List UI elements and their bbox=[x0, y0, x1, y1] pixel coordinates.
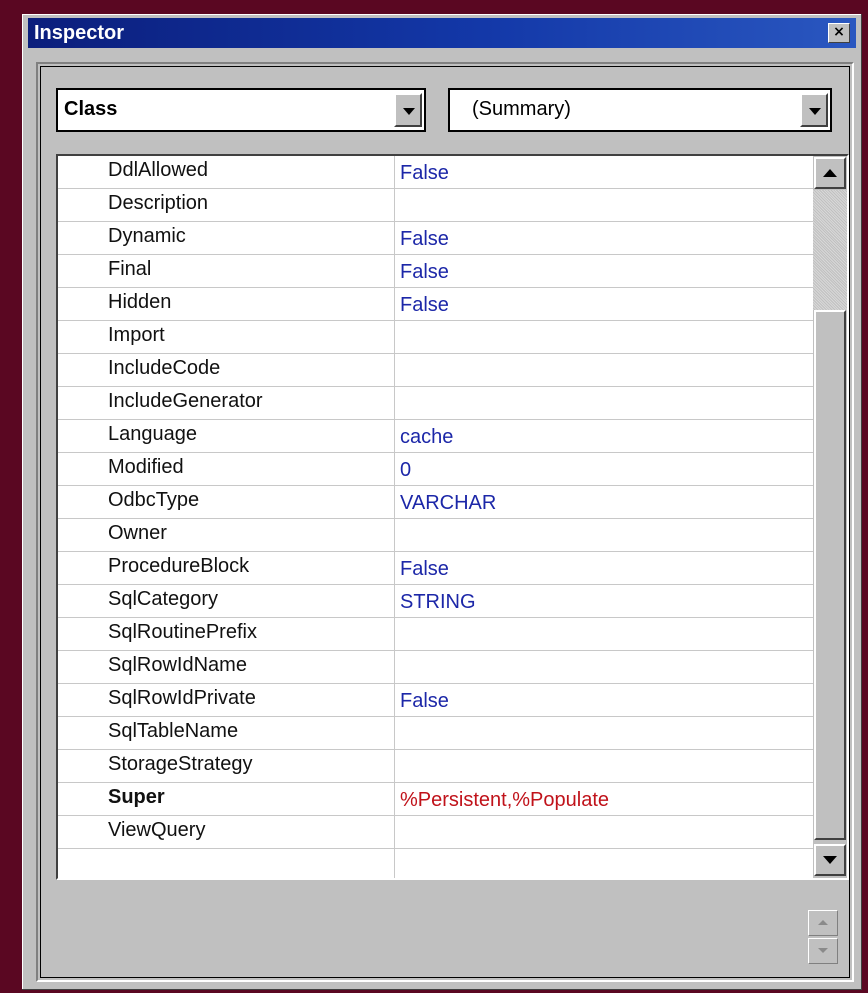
scroll-track[interactable] bbox=[813, 190, 847, 310]
property-row[interactable]: Final False bbox=[58, 255, 813, 288]
property-value[interactable]: 0 bbox=[400, 459, 411, 482]
scroll-thumb[interactable] bbox=[814, 310, 846, 840]
property-row[interactable]: Hidden False bbox=[58, 288, 813, 321]
chevron-down-icon[interactable] bbox=[394, 93, 422, 127]
property-name: Final bbox=[108, 258, 152, 280]
arrow-down-icon[interactable] bbox=[814, 844, 846, 876]
property-row[interactable]: Modified 0 bbox=[58, 453, 813, 486]
property-value[interactable]: False bbox=[400, 261, 449, 284]
spin-up-button[interactable] bbox=[808, 910, 838, 936]
property-name: ProcedureBlock bbox=[108, 555, 250, 577]
property-row[interactable]: SqlTableName bbox=[58, 717, 813, 750]
property-name: StorageStrategy bbox=[108, 753, 253, 775]
title-bar[interactable]: Inspector × bbox=[28, 18, 856, 48]
chevron-down-icon[interactable] bbox=[800, 93, 828, 127]
view-select-value: (Summary) bbox=[472, 98, 571, 120]
property-name: SqlTableName bbox=[108, 720, 239, 742]
property-row[interactable]: DdlAllowed False bbox=[58, 156, 813, 189]
inspector-window: Inspector × Class (Summary) DdlAllowed Fa… bbox=[22, 14, 862, 990]
category-select[interactable]: Class bbox=[56, 88, 426, 132]
property-row[interactable]: Import bbox=[58, 321, 813, 354]
property-row[interactable]: Dynamic False bbox=[58, 222, 813, 255]
property-row[interactable]: ProcedureBlock False bbox=[58, 552, 813, 585]
property-grid: DdlAllowed False Description Dynamic False Fi… bbox=[56, 154, 849, 880]
property-value[interactable]: cache bbox=[400, 426, 453, 449]
property-name: Import bbox=[108, 324, 165, 346]
property-name: Dynamic bbox=[108, 225, 186, 247]
property-row[interactable]: Language cache bbox=[58, 420, 813, 453]
property-row[interactable]: Description bbox=[58, 189, 813, 222]
property-value[interactable]: False bbox=[400, 558, 449, 581]
property-name: OdbcType bbox=[108, 489, 200, 511]
property-row[interactable]: Owner bbox=[58, 519, 813, 552]
property-name: ViewQuery bbox=[108, 819, 206, 841]
property-value[interactable]: False bbox=[400, 162, 449, 185]
property-name: SqlRoutinePrefix bbox=[108, 621, 257, 643]
property-row[interactable]: IncludeCode bbox=[58, 354, 813, 387]
arrow-up-icon[interactable] bbox=[814, 157, 846, 189]
property-name: Super bbox=[108, 786, 165, 808]
property-value[interactable]: False bbox=[400, 690, 449, 713]
property-name: Language bbox=[108, 423, 197, 445]
window-title: Inspector bbox=[34, 22, 125, 44]
property-name: SqlCategory bbox=[108, 588, 219, 610]
property-row[interactable]: SqlCategory STRING bbox=[58, 585, 813, 618]
view-select[interactable]: (Summary) bbox=[448, 88, 832, 132]
property-value[interactable]: STRING bbox=[400, 591, 476, 614]
property-name: Hidden bbox=[108, 291, 172, 313]
spin-down-button[interactable] bbox=[808, 938, 838, 964]
property-value[interactable]: %Persistent,%Populate bbox=[400, 789, 609, 812]
property-row[interactable]: SqlRowIdPrivate False bbox=[58, 684, 813, 717]
property-name: SqlRowIdName bbox=[108, 654, 247, 676]
property-row[interactable]: Super %Persistent,%Populate bbox=[58, 783, 813, 816]
category-select-value: Class bbox=[64, 98, 118, 120]
property-value[interactable]: False bbox=[400, 294, 449, 317]
property-value[interactable]: False bbox=[400, 228, 449, 251]
property-row[interactable] bbox=[58, 849, 813, 878]
vertical-scrollbar[interactable] bbox=[813, 156, 847, 878]
property-row[interactable]: ViewQuery bbox=[58, 816, 813, 849]
property-row[interactable]: IncludeGenerator bbox=[58, 387, 813, 420]
property-name: IncludeCode bbox=[108, 357, 221, 379]
property-row[interactable]: StorageStrategy bbox=[58, 750, 813, 783]
property-row[interactable]: OdbcType VARCHAR bbox=[58, 486, 813, 519]
property-name: Description bbox=[108, 192, 209, 214]
property-name: SqlRowIdPrivate bbox=[108, 687, 256, 709]
property-row[interactable]: SqlRowIdName bbox=[58, 651, 813, 684]
property-name: DdlAllowed bbox=[108, 159, 209, 181]
property-name: Modified bbox=[108, 456, 184, 478]
property-name: IncludeGenerator bbox=[108, 390, 263, 412]
close-button[interactable]: × bbox=[828, 23, 850, 43]
close-icon: × bbox=[833, 24, 845, 40]
property-row[interactable]: SqlRoutinePrefix bbox=[58, 618, 813, 651]
property-name: Owner bbox=[108, 522, 167, 544]
property-value[interactable]: VARCHAR bbox=[400, 492, 496, 515]
